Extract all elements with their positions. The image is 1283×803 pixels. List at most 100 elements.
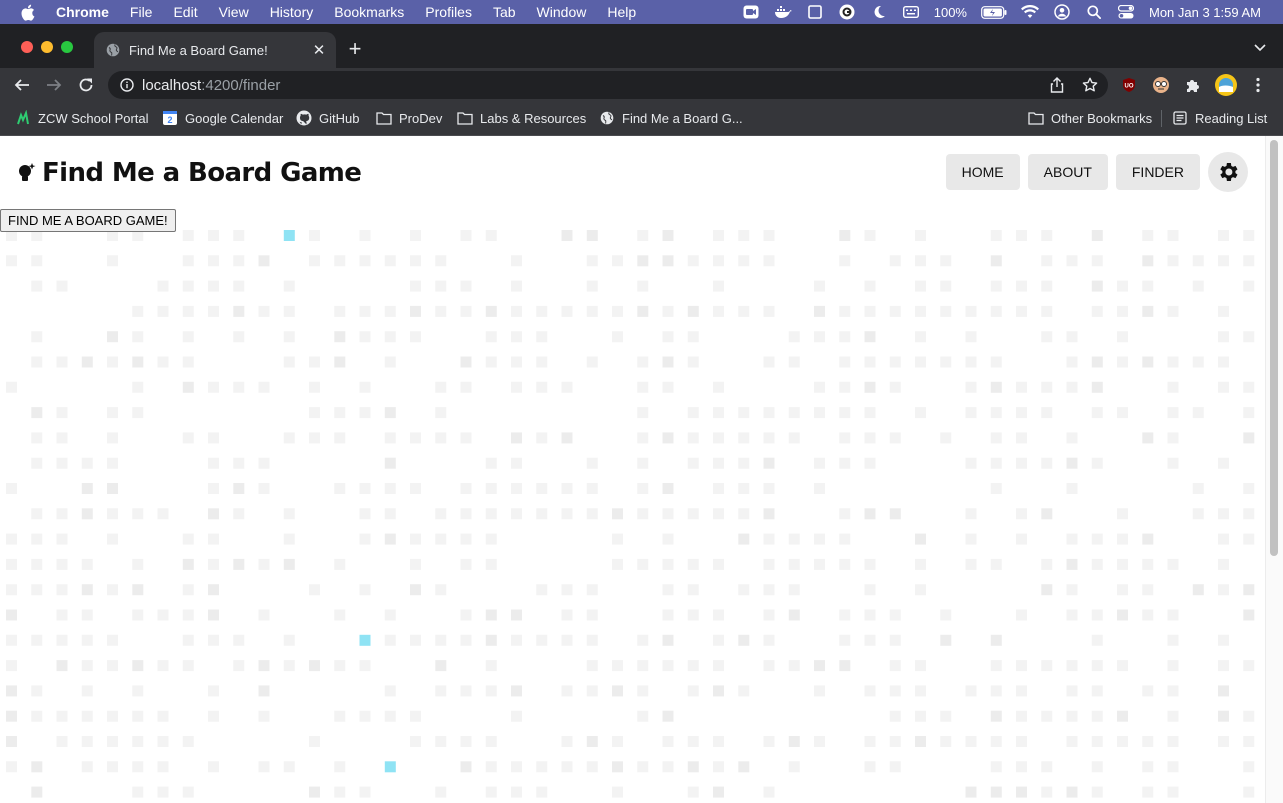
grid-tile <box>132 356 144 368</box>
grid-tile <box>586 685 598 697</box>
grid-tile <box>687 558 699 570</box>
menu-help[interactable]: Help <box>607 4 636 20</box>
grid-tile <box>990 660 1002 672</box>
maximize-window-button[interactable] <box>61 41 73 53</box>
reading-list[interactable]: Reading List <box>1172 109 1267 127</box>
ublock-icon[interactable]: UO <box>1120 76 1138 94</box>
active-tab[interactable]: Find Me a Board Game! ✕ <box>94 32 336 68</box>
grid-tile <box>687 584 699 596</box>
grid-tile <box>763 533 775 545</box>
scrollbar-thumb[interactable] <box>1270 140 1278 556</box>
menu-edit[interactable]: Edit <box>173 4 197 20</box>
spotlight-search-icon[interactable] <box>1085 4 1103 20</box>
other-bookmarks-folder[interactable]: Other Bookmarks <box>1028 109 1152 127</box>
grid-tile <box>612 660 623 672</box>
grid-tile <box>435 432 447 444</box>
close-tab-icon[interactable]: ✕ <box>308 41 330 59</box>
grid-tile <box>1041 660 1053 672</box>
grid-tile <box>990 483 1002 494</box>
grid-tile <box>182 584 194 596</box>
user-icon[interactable] <box>1053 4 1071 20</box>
grid-tile <box>1091 533 1103 545</box>
menu-view[interactable]: View <box>219 4 249 20</box>
grid-tile <box>965 457 977 469</box>
menu-file[interactable]: File <box>130 4 153 20</box>
grid-tile <box>1142 736 1154 747</box>
bookmark-find-me-a-board-game[interactable]: Find Me a Board G... <box>599 109 743 127</box>
grid-tile <box>233 660 245 672</box>
grid-tile <box>1167 255 1179 267</box>
window-icon[interactable] <box>806 4 824 20</box>
grid-tile <box>713 736 724 747</box>
profile-avatar[interactable] <box>1215 74 1237 96</box>
chrome-menu-icon[interactable] <box>1249 76 1267 94</box>
tab-search-icon[interactable] <box>1253 40 1267 54</box>
find-me-a-board-game-button[interactable]: FIND ME A BOARD GAME! <box>0 209 176 232</box>
reload-icon[interactable] <box>76 75 96 95</box>
grid-tile <box>990 457 1002 469</box>
settings-gear-button[interactable] <box>1208 152 1248 192</box>
grid-tile <box>132 381 144 393</box>
page-scrollbar[interactable] <box>1265 136 1283 803</box>
keyboard-icon[interactable] <box>902 4 920 20</box>
bookmark-google-calendar[interactable]: 2 Google Calendar <box>162 109 283 127</box>
menu-app-name[interactable]: Chrome <box>56 4 109 20</box>
grammarly-icon[interactable] <box>838 4 856 20</box>
menu-history[interactable]: History <box>270 4 314 20</box>
bookmark-star-icon[interactable] <box>1082 77 1098 98</box>
grid-tile <box>1243 660 1255 672</box>
menu-bookmarks[interactable]: Bookmarks <box>334 4 404 20</box>
share-icon[interactable] <box>1050 77 1064 98</box>
grid-tile <box>940 736 952 747</box>
grid-tile <box>157 508 169 520</box>
extension-face-icon[interactable] <box>1152 76 1170 94</box>
forward-icon[interactable] <box>44 75 64 95</box>
bookmark-zcw[interactable]: ZCW School Portal <box>15 109 149 127</box>
back-icon[interactable] <box>12 75 32 95</box>
wifi-icon[interactable] <box>1020 4 1039 20</box>
grid-tile <box>6 533 17 545</box>
grid-tile <box>1091 255 1103 267</box>
grid-tile <box>485 736 497 747</box>
grid-tile <box>637 280 649 292</box>
clock[interactable]: Mon Jan 3 1:59 AM <box>1149 5 1261 20</box>
battery-percent[interactable]: 100% <box>934 5 967 20</box>
minimize-window-button[interactable] <box>41 41 53 53</box>
grid-tile <box>915 407 926 419</box>
menu-window[interactable]: Window <box>537 4 587 20</box>
battery-icon[interactable] <box>981 4 1007 20</box>
grid-tile <box>536 786 548 798</box>
bookmark-labs-folder[interactable]: Labs & Resources <box>457 109 586 127</box>
facetime-icon[interactable] <box>742 4 760 20</box>
grid-tile <box>107 736 118 747</box>
nav-about-button[interactable]: ABOUT <box>1027 154 1108 190</box>
apple-icon[interactable] <box>20 4 38 21</box>
address-bar[interactable]: localhost:4200/finder <box>108 71 1108 99</box>
grid-tile <box>839 305 851 317</box>
lightbulb-icon <box>16 161 38 185</box>
grid-tile <box>384 634 396 646</box>
grid-tile <box>157 786 169 798</box>
grid-tile <box>107 331 118 343</box>
grid-tile <box>107 356 118 368</box>
site-info-icon[interactable] <box>120 78 134 92</box>
grid-tile <box>763 508 775 520</box>
extensions-puzzle-icon[interactable] <box>1184 76 1202 94</box>
moon-icon[interactable] <box>870 4 888 20</box>
menu-profiles[interactable]: Profiles <box>425 4 472 20</box>
menu-tab[interactable]: Tab <box>493 4 516 20</box>
brand[interactable]: Find Me a Board Game <box>16 158 362 188</box>
bookmark-prodev-folder[interactable]: ProDev <box>376 109 442 127</box>
bookmark-github[interactable]: GitHub <box>296 109 359 127</box>
grid-tile <box>915 736 926 747</box>
grid-tile <box>208 533 219 545</box>
grid-tile <box>334 432 346 444</box>
nav-home-button[interactable]: HOME <box>945 154 1020 190</box>
grid-tile <box>1218 230 1229 241</box>
close-window-button[interactable] <box>21 41 33 53</box>
nav-finder-button[interactable]: FINDER <box>1115 154 1200 190</box>
grid-tile <box>915 685 926 697</box>
control-center-icon[interactable] <box>1117 4 1135 20</box>
new-tab-button[interactable]: + <box>344 36 366 62</box>
docker-icon[interactable] <box>774 4 792 20</box>
